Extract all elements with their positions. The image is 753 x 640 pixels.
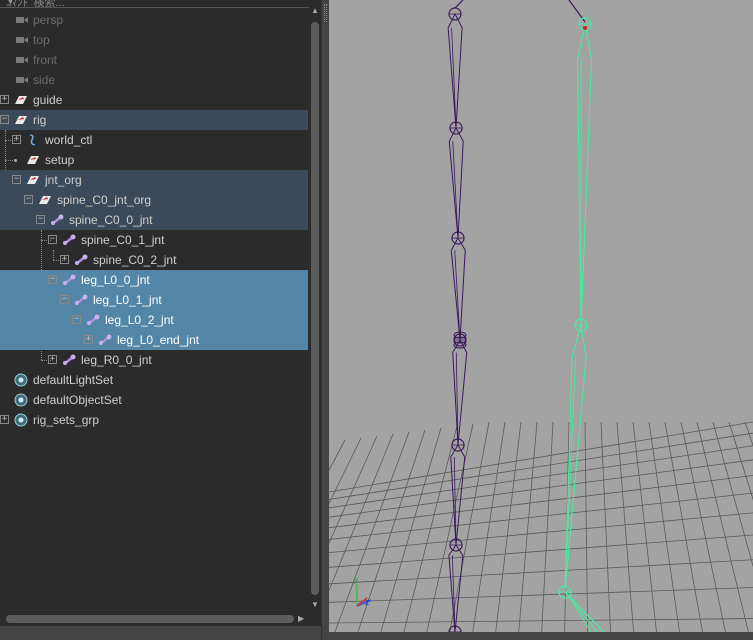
outliner-item-label: defaultLightSet [33, 373, 114, 387]
outliner-item-spine-c0-0-jnt[interactable]: − spine_C0_0_jnt [0, 210, 308, 230]
joint-icon [63, 354, 76, 365]
joint-icon [63, 234, 76, 245]
set-icon [14, 373, 28, 387]
joint-icon [99, 334, 112, 345]
expand-icon[interactable]: + [60, 255, 69, 264]
outliner-item-label: leg_L0_1_jnt [93, 293, 162, 307]
outliner-item-default-light-set[interactable]: defaultLightSet [0, 370, 308, 390]
horizontal-scrollbar[interactable]: ▶ [0, 612, 309, 626]
outliner-item-label: spine_C0_1_jnt [81, 233, 165, 247]
outliner-item-label: defaultObjectSet [33, 393, 122, 407]
outliner-item-label: leg_L0_2_jnt [105, 313, 174, 327]
leaf-dot [14, 159, 17, 162]
collapse-icon[interactable]: − [0, 115, 9, 124]
outliner-panel: ｺﾏﾝﾄﾞ検索... ▼ persp top front side + guid… [0, 0, 321, 640]
expand-icon[interactable]: + [12, 135, 21, 144]
scroll-right-icon[interactable]: ▶ [298, 614, 304, 623]
transform-icon [27, 176, 39, 184]
viewport-canvas[interactable]: y z [329, 0, 753, 632]
collapse-icon[interactable]: − [72, 315, 81, 324]
panel-splitter[interactable] [321, 0, 329, 640]
collapse-icon[interactable]: − [60, 295, 69, 304]
outliner-item-label: leg_R0_0_jnt [81, 353, 152, 367]
outliner-item-label: leg_L0_0_jnt [81, 273, 150, 287]
joint-marker [583, 26, 587, 30]
outliner-item-label: jnt_org [45, 173, 82, 187]
camera-icon [16, 57, 28, 63]
outliner-item-spine-c0-1-jnt[interactable]: − spine_C0_1_jnt [0, 230, 308, 250]
joint-icon [87, 314, 100, 325]
vertical-scrollbar[interactable]: ▲ ▼ [309, 0, 321, 612]
outliner-item-label: rig_sets_grp [33, 413, 100, 427]
outliner-item-default-object-set[interactable]: defaultObjectSet [0, 390, 308, 410]
outliner-item-label: persp [33, 13, 64, 27]
outliner-item-leg-l0-0-jnt[interactable]: − leg_L0_0_jnt [0, 270, 308, 290]
scrollbar-thumb[interactable] [311, 22, 319, 595]
joint-icon [63, 274, 76, 285]
collapse-icon[interactable]: − [36, 215, 45, 224]
expand-icon[interactable]: + [48, 355, 57, 364]
joint-icon [75, 294, 88, 305]
camera-icon [16, 77, 28, 83]
transform-icon [15, 96, 27, 104]
outliner-item-front[interactable]: front [0, 50, 308, 70]
transform-icon [15, 116, 27, 124]
camera-icon [16, 37, 28, 43]
outliner-item-persp[interactable]: persp [0, 10, 308, 30]
outliner-item-label: top [33, 33, 50, 47]
outliner-item-label: leg_L0_end_jnt [117, 333, 200, 347]
set-icon [14, 393, 28, 407]
outliner-item-leg-l0-1-jnt[interactable]: − leg_L0_1_jnt [0, 290, 308, 310]
outliner-item-leg-l0-2-jnt[interactable]: − leg_L0_2_jnt [0, 310, 308, 330]
curve-icon [29, 134, 36, 146]
transform-icon [39, 196, 51, 204]
joint-icon [51, 214, 64, 225]
scroll-down-icon[interactable]: ▼ [311, 600, 319, 609]
outliner-item-label: setup [45, 153, 75, 167]
collapse-icon[interactable]: − [24, 195, 33, 204]
joint-icon [75, 254, 88, 265]
outliner-item-label: spine_C0_2_jnt [93, 253, 177, 267]
outliner-item-jnt-org[interactable]: − jnt_org [0, 170, 308, 190]
expand-icon[interactable]: + [84, 335, 93, 344]
outliner-item-leg-l0-end-jnt[interactable]: + leg_L0_end_jnt [0, 330, 308, 350]
scrollbar-thumb[interactable] [6, 615, 294, 623]
axis-z-label: z [365, 597, 370, 607]
grip-icon [324, 4, 327, 22]
set-icon [14, 413, 28, 427]
expand-icon[interactable]: + [0, 95, 9, 104]
outliner-item-side[interactable]: side [0, 70, 308, 90]
outliner-item-top[interactable]: top [0, 30, 308, 50]
camera-icon [16, 17, 28, 23]
outliner-item-spine-c0-2-jnt[interactable]: + spine_C0_2_jnt [0, 250, 308, 270]
outliner-item-label: spine_C0_jnt_org [57, 193, 152, 207]
outliner-item-label: guide [33, 93, 63, 107]
viewport-background [329, 0, 753, 632]
outliner-item-label: front [33, 53, 58, 67]
outliner-item-leg-r0-0-jnt[interactable]: + leg_R0_0_jnt [0, 350, 308, 370]
panel-footer [0, 626, 321, 640]
outliner-item-setup[interactable]: setup [0, 150, 308, 170]
outliner-item-guide[interactable]: + guide [0, 90, 308, 110]
collapse-icon[interactable]: − [48, 275, 57, 284]
axis-y-label: y [354, 574, 359, 584]
outliner-item-rig-sets-grp[interactable]: + rig_sets_grp [0, 410, 308, 430]
outliner-item-label: spine_C0_0_jnt [69, 213, 153, 227]
expand-icon[interactable]: + [0, 415, 9, 424]
search-field[interactable]: ｺﾏﾝﾄﾞ検索... ▼ [0, 0, 318, 8]
outliner-item-world-ctl[interactable]: + world_ctl [0, 130, 308, 150]
collapse-icon[interactable]: − [12, 175, 21, 184]
outliner-item-rig[interactable]: − rig [0, 110, 308, 130]
transform-icon [27, 156, 39, 164]
scroll-up-icon[interactable]: ▲ [311, 6, 319, 15]
outliner-item-label: world_ctl [45, 133, 93, 147]
outliner-item-label: rig [33, 113, 47, 127]
outliner-item-label: side [33, 73, 56, 87]
collapse-icon[interactable]: − [48, 235, 57, 244]
3d-viewport[interactable]: y z [329, 0, 753, 632]
outliner-item-spine-c0-jnt-org[interactable]: − spine_C0_jnt_org [0, 190, 308, 210]
chevron-down-icon[interactable]: ▼ [6, 0, 314, 6]
